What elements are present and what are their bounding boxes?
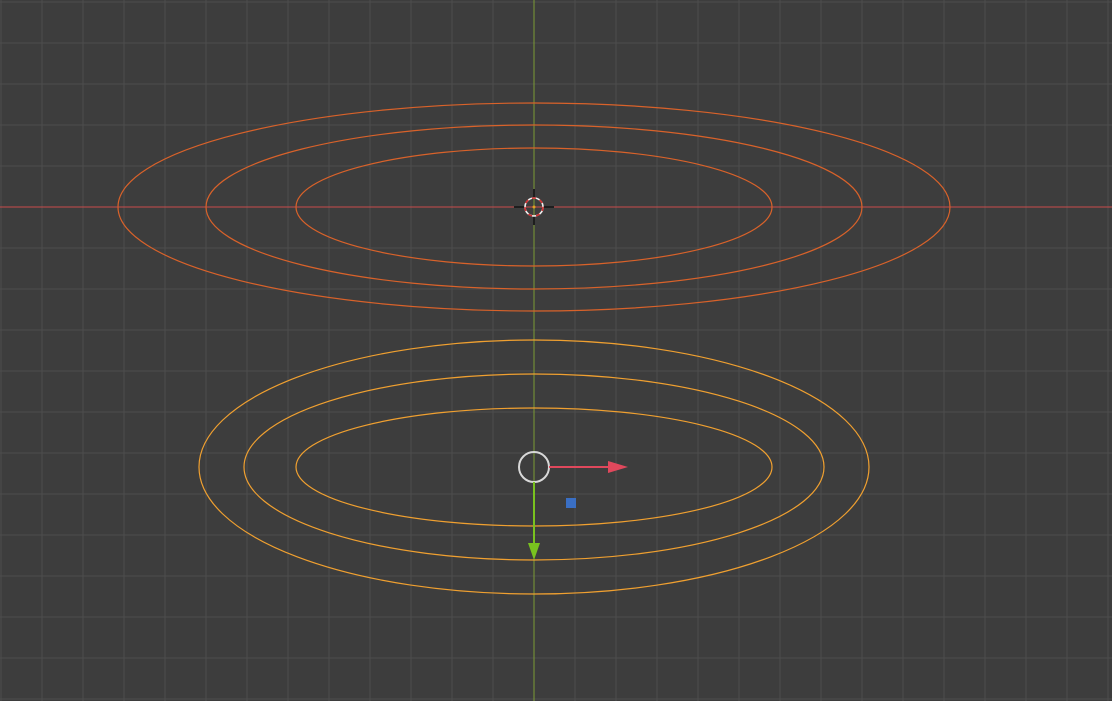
viewport-canvas[interactable]: [0, 0, 1112, 701]
move-gizmo[interactable]: [518, 451, 628, 560]
x-arrow-icon[interactable]: [608, 461, 628, 473]
3d-viewport[interactable]: [0, 0, 1112, 701]
y-arrow-icon[interactable]: [528, 543, 540, 560]
viewport-grid: [0, 0, 1112, 701]
3d-cursor-icon[interactable]: [514, 189, 554, 225]
xy-plane-handle-icon[interactable]: [566, 498, 576, 508]
